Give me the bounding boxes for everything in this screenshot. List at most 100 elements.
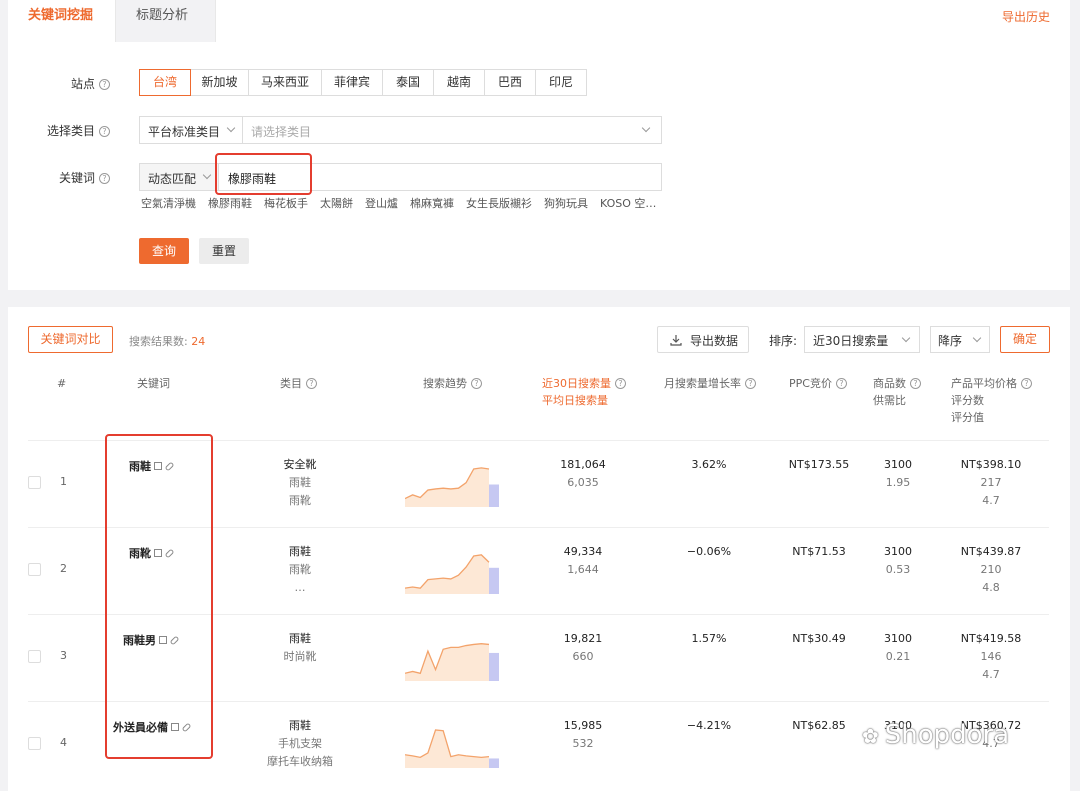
watermark: ✿ Shopdora xyxy=(862,720,1009,750)
header-category-text: 类目 xyxy=(280,377,302,390)
suggestion-item[interactable]: 登山爐 xyxy=(365,197,398,210)
match-type-value: 动态匹配 xyxy=(148,172,197,186)
sort-field-value: 近30日搜索量 xyxy=(813,334,889,348)
site-brazil[interactable]: 巴西 xyxy=(484,69,536,96)
row-checkbox[interactable] xyxy=(28,476,41,489)
compare-keywords-button[interactable]: 关键词对比 xyxy=(28,326,113,353)
products-value: 3100 xyxy=(884,458,912,471)
rating-value: 4.7 xyxy=(982,668,1000,681)
sort-label: 排序: xyxy=(769,334,798,348)
download-icon xyxy=(670,335,682,346)
suggestion-item[interactable]: 空氣清淨機 xyxy=(141,197,196,210)
filter-panel: 关键词挖掘 标题分析 导出历史 站点? 台湾 新加坡 马来西亚 菲律宾 泰国 越… xyxy=(8,0,1070,290)
wechat-icon: ✿ xyxy=(862,724,879,748)
help-icon[interactable]: ? xyxy=(835,378,847,389)
help-icon[interactable]: ? xyxy=(745,378,756,389)
category-item: 摩托车收纳箱 xyxy=(267,755,333,768)
site-taiwan[interactable]: 台湾 xyxy=(139,69,191,96)
site-indonesia[interactable]: 印尼 xyxy=(535,69,587,96)
site-vietnam[interactable]: 越南 xyxy=(433,69,485,96)
ppc-cell: NT$30.49 xyxy=(780,630,858,648)
category-item: 雨鞋 xyxy=(289,719,311,732)
growth-value: −0.06% xyxy=(686,545,732,558)
daily-search-value: 660 xyxy=(572,650,594,663)
header-rating-value-text: 评分值 xyxy=(951,411,984,424)
help-icon[interactable]: ? xyxy=(99,173,110,184)
site-singapore[interactable]: 新加坡 xyxy=(190,69,249,96)
growth-value: 3.62% xyxy=(691,458,727,471)
category-type-select[interactable]: 平台标准类目 xyxy=(139,116,243,144)
help-icon[interactable]: ? xyxy=(99,126,110,137)
header-ppc-text: PPC竞价 xyxy=(789,377,832,390)
category-item: 手机支架 xyxy=(278,737,322,750)
trend-area xyxy=(405,729,489,768)
header-growth-text: 月搜索量增长率 xyxy=(664,377,741,390)
growth-value: −4.21% xyxy=(686,719,732,732)
keyword-suggestions: 空氣清淨機 橡膠雨鞋 梅花板手 太陽餅 登山爐 棉麻寬褲 女生長版襯衫 狗狗玩具 KOSO 空… xyxy=(141,195,668,211)
confirm-button[interactable]: 确定 xyxy=(1000,326,1050,353)
match-type-select[interactable]: 动态匹配 xyxy=(139,163,219,191)
growth-cell: −0.06% xyxy=(670,543,748,561)
row-index: 2 xyxy=(60,562,67,575)
search30-value: 19,821 xyxy=(563,632,603,645)
ppc-cell: NT$71.53 xyxy=(780,543,858,561)
site-selector: 台湾 新加坡 马来西亚 菲律宾 泰国 越南 巴西 印尼 xyxy=(139,69,587,96)
header-rating-count-text: 评分数 xyxy=(951,394,984,407)
sort-field-select[interactable]: 近30日搜索量 xyxy=(804,326,920,353)
suggestion-item[interactable]: KOSO 空… xyxy=(600,197,656,210)
keyword-label: 关键词? xyxy=(10,169,110,186)
price-value: NT$439.87 xyxy=(960,545,1022,558)
price-value: NT$398.10 xyxy=(960,458,1022,471)
help-icon[interactable]: ? xyxy=(615,378,626,389)
search30-value: 15,985 xyxy=(563,719,603,732)
help-icon[interactable]: ? xyxy=(1021,378,1032,389)
keyword-label-text: 关键词 xyxy=(58,171,95,185)
header-products: 商品数? 供需比 xyxy=(873,375,921,409)
row-checkbox[interactable] xyxy=(28,737,41,750)
highlight-box-keyword xyxy=(215,153,312,195)
rating-value: 4.7 xyxy=(982,494,1000,507)
supply-value: 0.21 xyxy=(885,650,911,663)
suggestion-item[interactable]: 女生長版襯衫 xyxy=(466,197,532,210)
category-select[interactable]: 请选择类目 xyxy=(242,116,662,144)
suggestion-item[interactable]: 狗狗玩具 xyxy=(544,197,588,210)
row-checkbox[interactable] xyxy=(28,650,41,663)
trend-forecast-area xyxy=(489,758,499,768)
header-ppc: PPC竞价? xyxy=(789,375,847,392)
export-history-link[interactable]: 导出历史 xyxy=(1002,8,1050,25)
header-products-text: 商品数 xyxy=(873,377,906,390)
category-label: 选择类目? xyxy=(10,122,110,139)
trend-forecast-area xyxy=(489,652,499,681)
category-placeholder: 请选择类目 xyxy=(251,125,312,139)
site-thailand[interactable]: 泰国 xyxy=(382,69,434,96)
trend-sparkline xyxy=(405,643,499,681)
suggestion-item[interactable]: 棉麻寬褲 xyxy=(410,197,454,210)
tab-keyword-mining[interactable]: 关键词挖掘 xyxy=(8,0,115,42)
ppc-value: NT$173.55 xyxy=(788,458,850,471)
site-philippines[interactable]: 菲律宾 xyxy=(321,69,383,96)
tab-title-analysis[interactable]: 标题分析 xyxy=(115,0,216,42)
header-search-volume[interactable]: 近30日搜索量? 平均日搜索量 xyxy=(542,375,626,409)
site-malaysia[interactable]: 马来西亚 xyxy=(248,69,322,96)
help-icon[interactable]: ? xyxy=(306,378,317,389)
help-icon[interactable]: ? xyxy=(471,378,482,389)
sort-order-select[interactable]: 降序 xyxy=(930,326,990,353)
category-type-value: 平台标准类目 xyxy=(148,125,221,139)
suggestion-item[interactable]: 橡膠雨鞋 xyxy=(208,197,252,210)
search-button[interactable]: 查询 xyxy=(139,238,189,264)
suggestion-item[interactable]: 梅花板手 xyxy=(264,197,308,210)
supply-value: 1.95 xyxy=(885,476,911,489)
category-item: 雨靴 xyxy=(289,563,311,576)
ppc-cell: NT$173.55 xyxy=(780,456,858,474)
suggestion-item[interactable]: 太陽餅 xyxy=(320,197,353,210)
reset-button[interactable]: 重置 xyxy=(199,238,249,264)
category-cell: 雨鞋 雨靴… xyxy=(250,543,350,597)
help-icon[interactable]: ? xyxy=(910,378,921,389)
search-volume-cell: 181,064 6,035 xyxy=(543,456,623,492)
category-item: 时尚靴 xyxy=(283,650,317,663)
row-checkbox[interactable] xyxy=(28,563,41,576)
export-data-button[interactable]: 导出数据 xyxy=(657,326,749,353)
help-icon[interactable]: ? xyxy=(99,79,110,90)
category-item: 雨鞋 xyxy=(289,476,311,489)
ppc-value: NT$71.53 xyxy=(792,545,846,558)
